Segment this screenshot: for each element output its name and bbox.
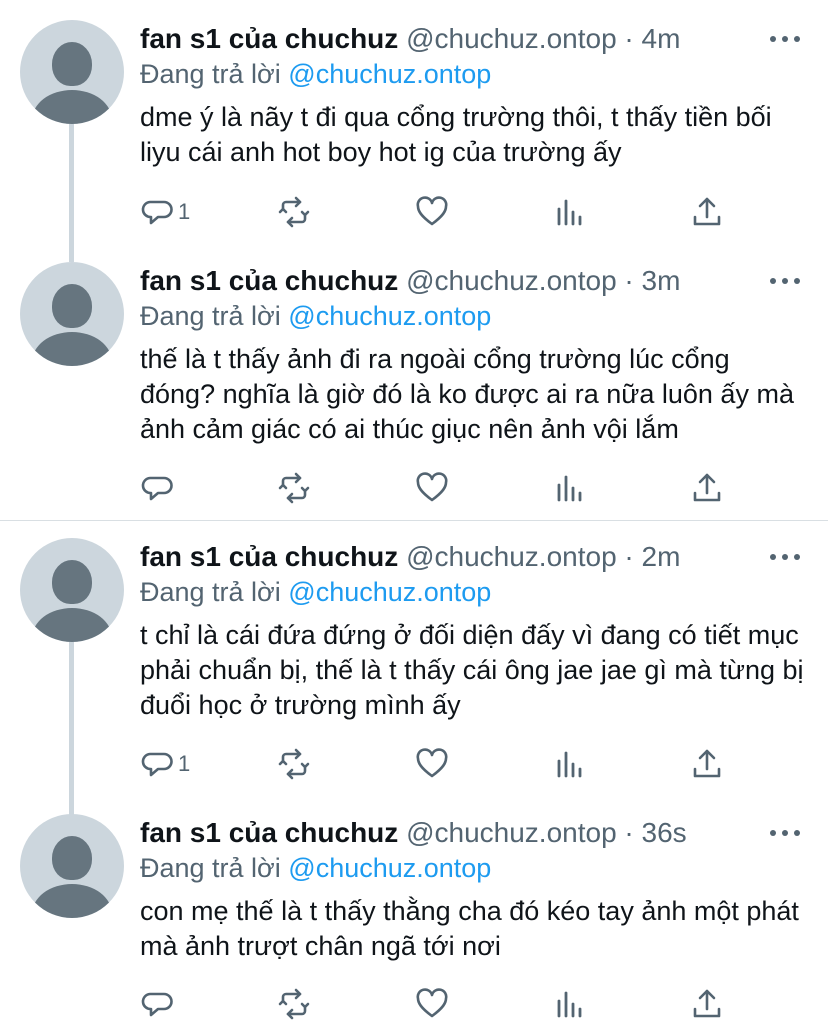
like-button[interactable]: [415, 192, 449, 232]
analytics-button[interactable]: [552, 192, 586, 232]
username-handle[interactable]: @chuchuz.ontop: [406, 817, 617, 848]
replying-to: Đang trả lời @chuchuz.ontop: [140, 298, 491, 334]
analytics-button[interactable]: [552, 744, 586, 784]
separator-dot: ·: [624, 541, 634, 572]
tweet-text: con mẹ thế là t thấy thằng cha đó kéo ta…: [140, 896, 799, 961]
analytics-icon: [557, 991, 582, 1018]
comment-icon: [141, 992, 173, 1017]
avatar[interactable]: [20, 20, 124, 124]
tweet-header: fan s1 của chuchuz @chuchuz.ontop · 3m: [140, 262, 680, 300]
like-button[interactable]: [415, 468, 449, 508]
comment-icon: [141, 200, 173, 225]
username-handle[interactable]: @chuchuz.ontop: [406, 265, 617, 296]
tweet[interactable]: fan s1 của chuchuz @chuchuz.ontop · 3m Đ…: [0, 242, 828, 518]
share-icon: [693, 749, 721, 778]
avatar[interactable]: [20, 814, 124, 918]
display-name[interactable]: fan s1 của chuchuz: [140, 817, 398, 848]
separator-dot: ·: [624, 265, 634, 296]
comment-icon: [141, 752, 173, 777]
heart-icon: [416, 196, 448, 226]
username-handle[interactable]: @chuchuz.ontop: [406, 23, 617, 54]
separator-dot: ·: [624, 23, 634, 54]
analytics-button[interactable]: [552, 468, 586, 508]
like-button[interactable]: [415, 984, 449, 1024]
reply-button[interactable]: [140, 468, 178, 508]
retweet-icon: [278, 196, 310, 228]
heart-icon: [416, 472, 448, 502]
retweet-icon: [278, 988, 310, 1020]
replying-to-label: Đang trả lời: [140, 301, 281, 331]
retweet-icon: [278, 748, 310, 780]
analytics-icon: [557, 751, 582, 778]
heart-icon: [416, 988, 448, 1018]
replying-to: Đang trả lời @chuchuz.ontop: [140, 850, 491, 886]
replying-to-label: Đang trả lời: [140, 577, 281, 607]
tweet-header: fan s1 của chuchuz @chuchuz.ontop · 2m: [140, 538, 680, 576]
share-button[interactable]: [690, 468, 724, 508]
tweet-text: dme ý là nãy t đi qua cổng trường thôi, …: [140, 102, 772, 167]
tweet[interactable]: fan s1 của chuchuz @chuchuz.ontop · 4m Đ…: [0, 0, 828, 260]
display-name[interactable]: fan s1 của chuchuz: [140, 541, 398, 572]
tweet-text: t chỉ là cái đứa đứng ở đối diện đấy vì …: [140, 620, 804, 720]
more-dots-icon[interactable]: [770, 818, 800, 848]
replying-to-label: Đang trả lời: [140, 59, 281, 89]
tweet-header: fan s1 của chuchuz @chuchuz.ontop · 36s: [140, 814, 687, 852]
action-bar: 1: [140, 744, 740, 784]
timestamp[interactable]: 4m: [642, 23, 681, 54]
more-dots-icon[interactable]: [770, 542, 800, 572]
mention-link[interactable]: @chuchuz.ontop: [288, 59, 491, 89]
share-icon: [693, 989, 721, 1018]
analytics-icon: [557, 199, 582, 226]
share-icon: [693, 197, 721, 226]
retweet-button[interactable]: [277, 192, 311, 232]
tweet[interactable]: fan s1 của chuchuz @chuchuz.ontop · 2m Đ…: [0, 518, 828, 794]
mention-link[interactable]: @chuchuz.ontop: [288, 577, 491, 607]
share-icon: [693, 473, 721, 502]
mention-link[interactable]: @chuchuz.ontop: [288, 301, 491, 331]
more-dots-icon[interactable]: [770, 266, 800, 296]
share-button[interactable]: [690, 984, 724, 1024]
action-bar: [140, 984, 740, 1024]
reply-count: 1: [178, 199, 191, 224]
replying-to: Đang trả lời @chuchuz.ontop: [140, 56, 491, 92]
reply-button[interactable]: [140, 984, 178, 1024]
share-button[interactable]: [690, 744, 724, 784]
retweet-button[interactable]: [277, 468, 311, 508]
tweet[interactable]: fan s1 của chuchuz @chuchuz.ontop · 36s …: [0, 794, 828, 1030]
tweet-header: fan s1 của chuchuz @chuchuz.ontop · 4m: [140, 20, 680, 58]
timestamp[interactable]: 36s: [642, 817, 687, 848]
username-handle[interactable]: @chuchuz.ontop: [406, 541, 617, 572]
reply-button[interactable]: 1: [140, 192, 190, 232]
more-dots-icon[interactable]: [770, 24, 800, 54]
display-name[interactable]: fan s1 của chuchuz: [140, 265, 398, 296]
reply-count: 1: [178, 751, 191, 776]
mention-link[interactable]: @chuchuz.ontop: [288, 853, 491, 883]
action-bar: 1: [140, 192, 740, 232]
action-bar: [140, 468, 740, 508]
display-name[interactable]: fan s1 của chuchuz: [140, 23, 398, 54]
separator-dot: ·: [624, 817, 634, 848]
replying-to-label: Đang trả lời: [140, 853, 281, 883]
timestamp[interactable]: 2m: [642, 541, 681, 572]
heart-icon: [416, 748, 448, 778]
tweet-text: thế là t thấy ảnh đi ra ngoài cổng trườn…: [140, 344, 794, 444]
like-button[interactable]: [415, 744, 449, 784]
retweet-button[interactable]: [277, 984, 311, 1024]
analytics-icon: [557, 475, 582, 502]
share-button[interactable]: [690, 192, 724, 232]
avatar[interactable]: [20, 538, 124, 642]
analytics-button[interactable]: [552, 984, 586, 1024]
reply-button[interactable]: 1: [140, 744, 190, 784]
timestamp[interactable]: 3m: [642, 265, 681, 296]
retweet-button[interactable]: [277, 744, 311, 784]
avatar[interactable]: [20, 262, 124, 366]
replying-to: Đang trả lời @chuchuz.ontop: [140, 574, 491, 610]
retweet-icon: [278, 472, 310, 504]
comment-icon: [141, 476, 173, 501]
